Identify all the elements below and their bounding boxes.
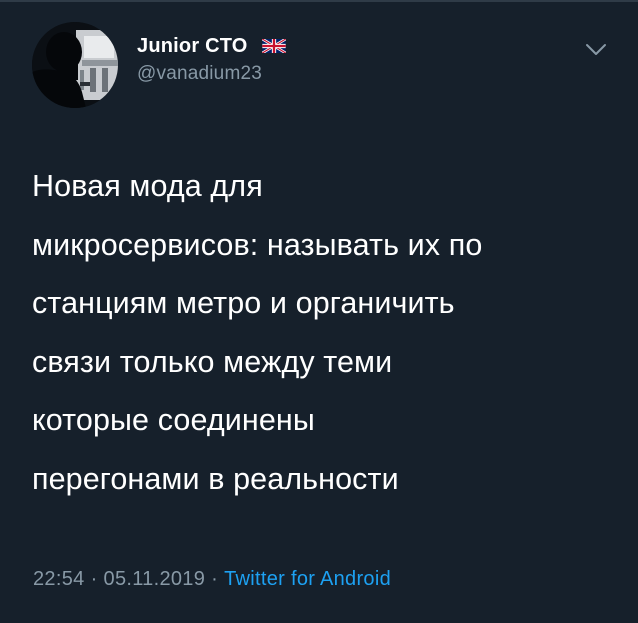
tweet-text-line: Новая мода для <box>32 169 263 203</box>
tweet-text-line: перегонами в реальности <box>32 461 399 496</box>
avatar-image <box>32 22 118 108</box>
meta-separator: · <box>90 568 98 590</box>
tweet-time: 22:54 <box>33 568 85 590</box>
tweet-text: Новая мода для микросервисов: называть и… <box>32 157 612 508</box>
tweet-text-line: которые соединены <box>32 403 315 437</box>
tweet-detail: Junior CTO @vanadium23 Новая мода для ми… <box>0 0 638 623</box>
author-block[interactable]: Junior CTO @vanadium23 <box>137 34 286 85</box>
tweet-text-line: станциям метро и органичить <box>32 286 455 320</box>
tweet-date: 05.11.2019 <box>103 568 206 590</box>
chevron-down-icon[interactable] <box>584 40 608 60</box>
avatar[interactable] <box>32 22 118 108</box>
user-handle[interactable]: @vanadium23 <box>137 63 286 85</box>
display-name[interactable]: Junior CTO <box>137 35 248 58</box>
tweet-text-line: микросервисов: называть их по <box>32 227 483 262</box>
uk-flag-icon <box>261 37 286 55</box>
meta-separator: · <box>211 568 219 590</box>
display-name-row: Junior CTO <box>137 34 286 58</box>
tweet-text-line: связи только между теми <box>32 344 393 379</box>
tweet-source-link[interactable]: Twitter for Android <box>224 568 391 590</box>
tweet-metadata: 22:54 · 05.11.2019 · Twitter for Android <box>33 568 391 591</box>
